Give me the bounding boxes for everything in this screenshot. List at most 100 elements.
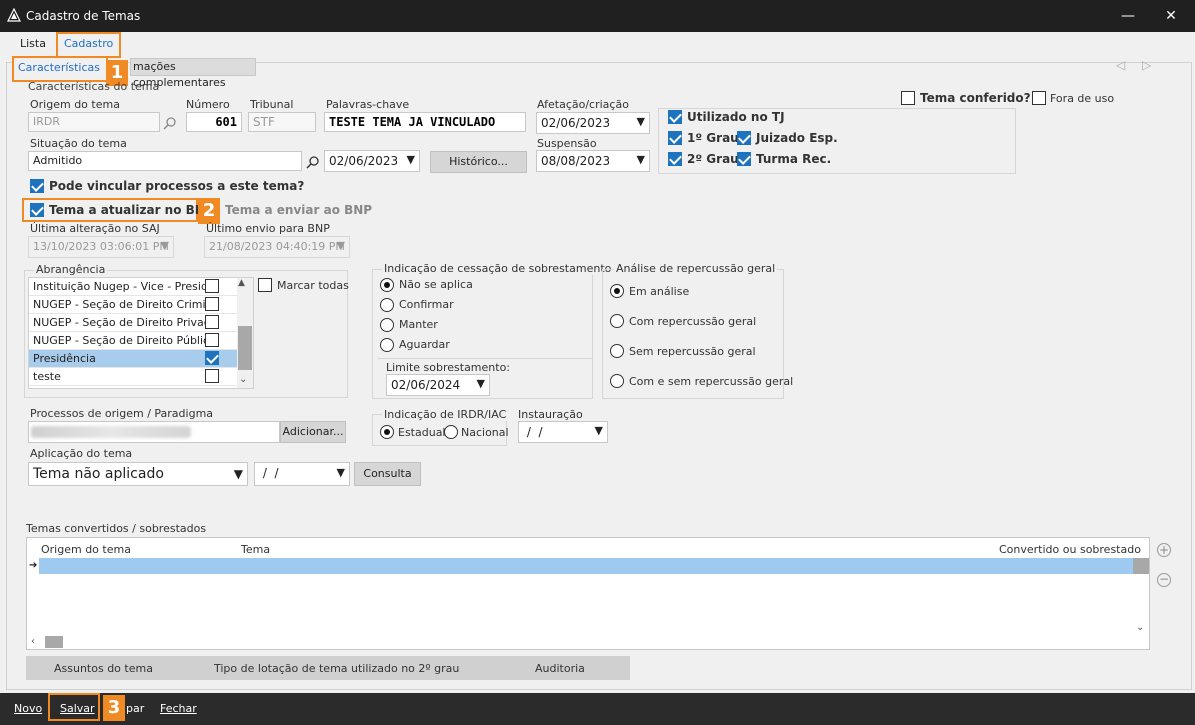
tab-cadastro[interactable]: Cadastro bbox=[56, 32, 122, 58]
subtab-complementares[interactable]: mações complementares bbox=[130, 58, 256, 89]
instauracao-label: Instauração bbox=[518, 408, 583, 421]
cessacao-option-label: Confirmar bbox=[399, 298, 454, 311]
close-button[interactable]: ✕ bbox=[1161, 6, 1181, 26]
list-item[interactable]: NUGEP - Seção de Direito Privado bbox=[29, 314, 253, 332]
convertidos-table[interactable]: Origem do tema Tema Convertido ou sobres… bbox=[26, 537, 1150, 650]
repercussao-option-label: Em análise bbox=[629, 285, 690, 298]
abrangencia-checkbox[interactable] bbox=[205, 297, 219, 311]
scroll-down-icon[interactable]: ⌄ bbox=[1136, 622, 1144, 633]
list-item[interactable]: NUGEP - Seção de Direito Crimin bbox=[29, 296, 253, 314]
cessacao-radio-aguardar[interactable] bbox=[380, 338, 394, 352]
tema-conferido-checkbox[interactable] bbox=[901, 91, 915, 105]
turma-label: Turma Rec. bbox=[756, 152, 832, 166]
grau1-checkbox[interactable] bbox=[668, 131, 682, 145]
instauracao-select[interactable]: / / ▼ bbox=[518, 421, 608, 443]
irdr-radio-nacional[interactable] bbox=[444, 425, 458, 439]
minimize-button[interactable]: — bbox=[1118, 6, 1138, 26]
row-pointer-icon: ➔ bbox=[29, 560, 38, 571]
tab-lista[interactable]: Lista bbox=[14, 34, 52, 54]
list-item[interactable]: teste bbox=[29, 368, 253, 386]
repercussao-radio-sem[interactable] bbox=[610, 344, 624, 358]
abrangencia-checkbox[interactable] bbox=[205, 279, 219, 293]
divider bbox=[378, 358, 592, 359]
scroll-up-icon[interactable]: ▲ bbox=[238, 278, 245, 288]
afetacao-label: Afetação/criação bbox=[537, 98, 629, 111]
abrangencia-checkbox[interactable] bbox=[205, 351, 219, 365]
afetacao-select[interactable]: 02/06/2023 ▼ bbox=[536, 112, 650, 134]
turma-checkbox[interactable] bbox=[737, 152, 751, 166]
cessacao-radio-confirmar[interactable] bbox=[380, 298, 394, 312]
ultimo-envio-label: Último envio para BNP bbox=[206, 222, 330, 235]
suspensao-select[interactable]: 08/08/2023 ▼ bbox=[536, 150, 650, 172]
marcar-todas-checkbox[interactable] bbox=[258, 278, 272, 292]
scroll-down-icon[interactable]: ⌄ bbox=[239, 374, 247, 385]
scroll-thumb[interactable] bbox=[238, 326, 252, 370]
consulta-button[interactable]: Consulta bbox=[354, 462, 421, 486]
repercussao-radio-com-e-sem[interactable] bbox=[610, 374, 624, 388]
irdr-label: Indicação de IRDR/IAC bbox=[382, 408, 509, 421]
grau2-checkbox[interactable] bbox=[668, 152, 682, 166]
tab-tipo-lotacao[interactable]: Tipo de lotação de tema utilizado no 2º … bbox=[214, 662, 459, 675]
repercussao-radio-com[interactable] bbox=[610, 314, 624, 328]
abrangencia-checkbox[interactable] bbox=[205, 315, 219, 329]
add-row-icon[interactable]: + bbox=[1157, 543, 1171, 557]
list-item[interactable]: NUGEP - Seção de Direito Público bbox=[29, 332, 253, 350]
utilizado-tj-checkbox[interactable] bbox=[668, 110, 682, 124]
cessacao-radio-nao-se-aplica[interactable] bbox=[380, 278, 394, 292]
origem-search-icon[interactable] bbox=[163, 116, 177, 130]
situacao-field[interactable]: Admitido bbox=[28, 151, 302, 171]
repercussao-radio-em-analise[interactable] bbox=[610, 284, 624, 298]
aplicacao-select[interactable]: Tema não aplicado ▼ bbox=[28, 462, 248, 486]
irdr-radio-estadual[interactable] bbox=[380, 425, 394, 439]
column-header-origem[interactable]: Origem do tema bbox=[41, 543, 131, 556]
subtab-caracteristicas[interactable]: Características bbox=[12, 56, 108, 82]
list-item-selected[interactable]: Presidência bbox=[29, 350, 253, 368]
abrangencia-list[interactable]: Instituição Nugep - Vice - Preside NUGEP… bbox=[28, 277, 254, 389]
abrangencia-checkbox[interactable] bbox=[205, 369, 219, 383]
table-row[interactable] bbox=[39, 558, 1133, 574]
historico-button[interactable]: Histórico... bbox=[430, 151, 527, 173]
salvar-button[interactable]: Salvar bbox=[60, 699, 95, 719]
list-item[interactable]: Instituição Nugep - Vice - Preside bbox=[29, 278, 253, 296]
fora-de-uso-checkbox[interactable] bbox=[1032, 91, 1046, 105]
app-icon bbox=[7, 8, 21, 22]
tribunal-field[interactable]: STF bbox=[248, 112, 316, 132]
tab-auditoria[interactable]: Auditoria bbox=[535, 662, 585, 675]
cessacao-radio-manter[interactable] bbox=[380, 318, 394, 332]
palavras-label: Palavras-chave bbox=[326, 98, 410, 111]
limpar-button[interactable]: par bbox=[126, 699, 144, 719]
pode-vincular-checkbox[interactable] bbox=[30, 179, 44, 193]
limite-select[interactable]: 02/06/2024 ▼ bbox=[386, 374, 490, 396]
remove-row-icon[interactable]: − bbox=[1157, 573, 1171, 587]
chevron-down-icon: ▼ bbox=[336, 466, 345, 479]
prev-arrow-icon[interactable]: ◁ bbox=[1116, 58, 1125, 72]
processos-field[interactable] bbox=[28, 421, 280, 443]
numero-field[interactable]: 601 bbox=[186, 112, 242, 132]
limite-label: Limite sobrestamento: bbox=[386, 361, 511, 374]
situacao-date-select[interactable]: 02/06/2023 ▼ bbox=[324, 150, 420, 172]
origem-field[interactable]: IRDR bbox=[28, 112, 160, 132]
novo-button[interactable]: Novo bbox=[14, 699, 42, 719]
abrangencia-checkbox[interactable] bbox=[205, 333, 219, 347]
client-area: Lista Cadastro mações complementares Car… bbox=[0, 32, 1195, 693]
tribunal-label: Tribunal bbox=[250, 98, 294, 111]
tema-enviar-label: Tema a enviar ao BNP bbox=[225, 203, 373, 217]
next-arrow-icon[interactable]: ▷ bbox=[1142, 58, 1151, 72]
tema-atualizar-checkbox[interactable] bbox=[30, 203, 44, 217]
chevron-down-icon: ▼ bbox=[336, 239, 345, 252]
abrangencia-scrollbar[interactable]: ▲ ⌄ bbox=[237, 278, 253, 388]
scroll-left-icon[interactable]: ‹ bbox=[31, 636, 35, 647]
adicionar-button[interactable]: Adicionar... bbox=[280, 421, 346, 443]
juizado-checkbox[interactable] bbox=[737, 131, 751, 145]
utilizado-tj-label: Utilizado no TJ bbox=[687, 110, 785, 124]
column-header-convertido[interactable]: Convertido ou sobrestado bbox=[999, 543, 1141, 556]
palavras-field[interactable]: TESTE TEMA JA VINCULADO bbox=[324, 112, 526, 132]
vscroll-thumb[interactable] bbox=[1133, 558, 1149, 574]
aplicacao-date-select[interactable]: / / ▼ bbox=[254, 462, 350, 486]
grau1-label: 1º Grau bbox=[687, 131, 739, 145]
tab-assuntos[interactable]: Assuntos do tema bbox=[54, 662, 153, 675]
column-header-tema[interactable]: Tema bbox=[241, 543, 270, 556]
situacao-search-icon[interactable] bbox=[306, 155, 320, 169]
hscroll-thumb[interactable] bbox=[45, 636, 63, 648]
fechar-button[interactable]: Fechar bbox=[160, 699, 197, 719]
